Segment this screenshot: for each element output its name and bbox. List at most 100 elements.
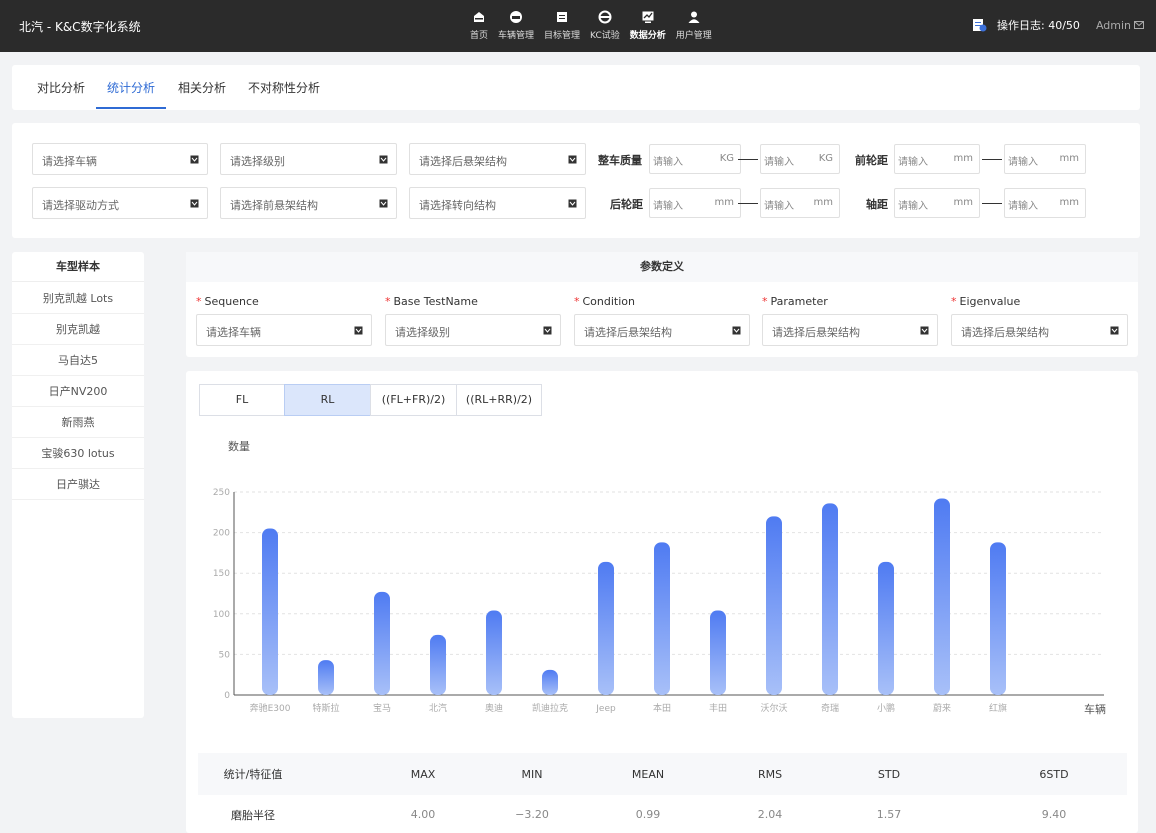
front-track-label: 前轮距: [855, 154, 888, 167]
range-dash: [738, 159, 758, 160]
bar[interactable]: [766, 516, 782, 695]
position-button-rl[interactable]: RL: [284, 384, 371, 416]
tab-correlation[interactable]: 相关分析: [178, 79, 226, 96]
unit-label: KG: [719, 153, 734, 164]
dropdown-icon: [379, 155, 388, 164]
sequence-select[interactable]: 请选择车辆: [196, 314, 372, 346]
sidebar-item-vehicle[interactable]: 别克凯越: [12, 314, 144, 345]
nav-item-targets[interactable]: 目标管理: [544, 10, 580, 46]
sidebar-item-vehicle[interactable]: 宝骏630 lotus: [12, 438, 144, 469]
admin-user-menu[interactable]: Admin: [1096, 19, 1131, 32]
bar[interactable]: [318, 660, 334, 695]
select-placeholder: 请选择后悬架结构: [961, 326, 1049, 339]
base-testname-select[interactable]: 请选择级别: [385, 314, 561, 346]
front-track-max-input[interactable]: 请输入 mm: [1004, 144, 1086, 174]
position-button-rl-rr-avg[interactable]: ((RL+RR)/2): [456, 384, 542, 416]
nav-item-users[interactable]: 用户管理: [676, 10, 712, 46]
unit-label: mm: [813, 197, 833, 208]
chart-panel: FL RL ((FL+FR)/2) ((RL+RR)/2) 数量 车辆 0 50 1…: [186, 371, 1138, 833]
wheelbase-max-input[interactable]: 请输入 mm: [1004, 188, 1086, 218]
bar[interactable]: [374, 591, 390, 695]
select-placeholder: 请选择前悬架结构: [230, 199, 318, 212]
y-tick-label: 200: [213, 529, 230, 539]
bar[interactable]: [710, 610, 726, 695]
bar[interactable]: [486, 610, 502, 695]
bar[interactable]: [430, 634, 446, 695]
level-select[interactable]: 请选择级别: [220, 143, 397, 175]
bar[interactable]: [878, 561, 894, 695]
x-tick-label: 凯迪拉克: [532, 702, 568, 714]
mass-min-input[interactable]: 请输入 KG: [649, 144, 741, 174]
table-cell: 0.99: [635, 808, 661, 821]
top-navbar: 北汽 - K&C数字化系统 首页 车辆管理 目标管理 KC试验 数据分析 用户管…: [0, 0, 1156, 52]
bar[interactable]: [598, 561, 614, 695]
x-tick-label: 奥迪: [485, 702, 503, 714]
nav-item-home[interactable]: 首页: [470, 10, 488, 46]
parameter-select[interactable]: 请选择后悬架结构: [762, 314, 938, 346]
bar[interactable]: [822, 503, 838, 695]
sidebar-item-vehicle[interactable]: 日产骐达: [12, 469, 144, 500]
operation-log-link[interactable]: 操作日志: 40/50: [997, 17, 1080, 33]
nav-item-vehicles[interactable]: 车辆管理: [498, 10, 534, 46]
range-dash: [982, 159, 1002, 160]
nav-label: 车辆管理: [498, 31, 535, 41]
rear-track-max-input[interactable]: 请输入 mm: [760, 188, 840, 218]
table-header-cell: STD: [877, 767, 901, 781]
steering-select[interactable]: 请选择转向结构: [409, 187, 586, 219]
rear-suspension-select[interactable]: 请选择后悬架结构: [409, 143, 586, 175]
target-icon: [557, 12, 568, 22]
tab-asymmetry[interactable]: 不对称性分析: [248, 79, 320, 96]
front-suspension-select[interactable]: 请选择前悬架结构: [220, 187, 397, 219]
rear-track-min-input[interactable]: 请输入 mm: [649, 188, 741, 218]
table-cell: 磨胎半径: [231, 808, 275, 822]
bar[interactable]: [542, 669, 558, 695]
condition-select[interactable]: 请选择后悬架结构: [574, 314, 750, 346]
wheelbase-label: 轴距: [866, 198, 888, 211]
x-tick-label: 小鹏: [877, 702, 895, 714]
sidebar-item-vehicle[interactable]: 马自达5: [12, 345, 144, 376]
x-tick-label: 本田: [653, 702, 671, 714]
table-header-cell: MAX: [410, 767, 436, 781]
y-tick-label: 50: [219, 650, 231, 660]
nav-label: 数据分析: [629, 31, 666, 41]
unit-label: mm: [714, 197, 734, 208]
nav-item-kc-test[interactable]: KC试验: [590, 10, 620, 46]
sidebar-item-vehicle[interactable]: 别克凯越 Lots: [12, 283, 144, 314]
sidebar-item-vehicle[interactable]: 日产NV200: [12, 376, 144, 407]
x-tick-label: 宝马: [373, 702, 391, 714]
wheelbase-min-input[interactable]: 请输入 mm: [894, 188, 980, 218]
dropdown-icon: [920, 326, 929, 335]
mass-max-input[interactable]: 请输入 KG: [760, 144, 840, 174]
position-button-fl[interactable]: FL: [199, 384, 285, 416]
bar[interactable]: [262, 528, 278, 695]
unit-label: KG: [818, 153, 833, 164]
nav-item-data-analysis[interactable]: 数据分析: [630, 10, 666, 46]
dropdown-icon: [732, 326, 741, 335]
x-tick-label: 奇瑞: [821, 702, 839, 714]
sidebar-item-vehicle[interactable]: 新雨燕: [12, 407, 144, 438]
x-tick-label: Jeep: [595, 704, 616, 714]
select-placeholder: 请选择级别: [230, 155, 285, 168]
front-track-min-input[interactable]: 请输入 mm: [894, 144, 980, 174]
bar[interactable]: [990, 542, 1006, 695]
x-tick-label: 沃尔沃: [760, 702, 787, 714]
sequence-label: * Sequence: [196, 295, 259, 308]
range-dash: [982, 203, 1002, 204]
vehicle-select[interactable]: 请选择车辆: [32, 143, 208, 175]
bar[interactable]: [934, 498, 950, 695]
position-button-fl-fr-avg[interactable]: ((FL+FR)/2): [370, 384, 457, 416]
select-placeholder: 请选择后悬架结构: [584, 326, 672, 339]
input-placeholder: 请输入: [1008, 201, 1038, 212]
parameter-definition-panel: 参数定义 * Sequence * Base TestName * Condition…: [186, 252, 1138, 357]
input-placeholder: 请输入: [898, 157, 928, 168]
mail-icon[interactable]: [1134, 21, 1144, 29]
active-tab-indicator: [96, 107, 166, 109]
drive-type-select[interactable]: 请选择驱动方式: [32, 187, 208, 219]
tab-comparison[interactable]: 对比分析: [37, 79, 85, 96]
dropdown-icon: [568, 155, 577, 164]
operation-log-icon[interactable]: [971, 17, 987, 33]
tab-statistics[interactable]: 统计分析: [107, 79, 155, 96]
bar[interactable]: [654, 542, 670, 695]
eigenvalue-select[interactable]: 请选择后悬架结构: [951, 314, 1128, 346]
top-right-area: 操作日志: 40/50 Admin: [971, 17, 1144, 33]
